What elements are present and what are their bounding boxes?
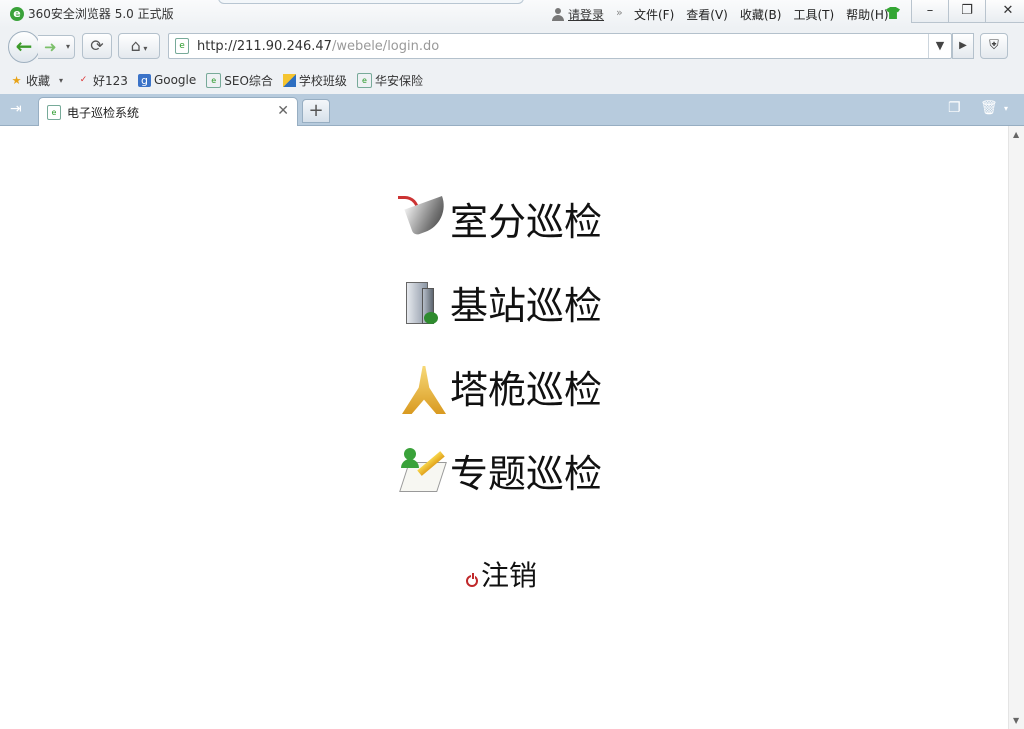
scroll-down-icon[interactable]: ▼ (1013, 716, 1019, 725)
window-controls: – ❐ ✕ (911, 0, 1024, 23)
double-chevron-icon[interactable]: » (616, 6, 623, 19)
bookmarks-bar: ★ 收藏 ▾ ✓ 好123 g Google e SEO综合 学校班级 e 华安… (0, 66, 1024, 94)
tower-icon (398, 364, 448, 414)
security-shield-button[interactable]: ⛨ (980, 33, 1008, 59)
login-area[interactable]: 请登录 (552, 6, 604, 23)
forward-dropdown-icon[interactable]: ▾ (66, 36, 70, 58)
home-button[interactable]: ⌂ ▾ (118, 33, 160, 59)
plus-icon: + (308, 100, 324, 121)
menu-tools[interactable]: 工具(T) (793, 6, 834, 23)
page-icon: e (356, 72, 372, 88)
tab-active[interactable]: e 电子巡检系统 ✕ (38, 97, 298, 126)
bookmark-favorites[interactable]: ★ 收藏 ▾ (10, 72, 63, 89)
google-icon: g (137, 73, 151, 87)
restore-tabs-icon[interactable]: ❐ (948, 100, 961, 116)
power-icon (466, 573, 478, 587)
new-tab-button[interactable]: + (302, 99, 330, 123)
title-notch (218, 0, 524, 4)
menu-help[interactable]: 帮助(H) (846, 6, 888, 23)
favorites-dropdown-icon[interactable]: ▾ (59, 76, 63, 85)
go-button[interactable]: ▶ (952, 33, 974, 59)
bookmark-label: 华安保险 (374, 73, 423, 88)
tab-close-icon[interactable]: ✕ (277, 103, 289, 119)
school-icon (282, 73, 296, 87)
restore-button[interactable]: ❐ (948, 0, 986, 23)
bookmark-label: SEO综合 (224, 73, 273, 88)
title-bar: e 360安全浏览器 5.0 正式版 请登录 » 文件(F) 查看(V) 收藏(… (0, 0, 1024, 28)
entry-indoor-inspection[interactable]: 室分巡检 (398, 196, 602, 244)
address-dropdown-icon[interactable]: ▼ (928, 34, 951, 58)
browser-logo-icon: e (10, 6, 24, 21)
bookmark-label: 学校班级 (298, 73, 347, 88)
bookmark-school[interactable]: 学校班级 (282, 72, 347, 89)
entry-base-station-inspection[interactable]: 基站巡检 (398, 280, 602, 328)
home-dropdown-icon[interactable]: ▾ (141, 44, 147, 53)
forward-button[interactable]: ➜ ▾ (38, 35, 75, 59)
tab-title: 电子巡检系统 (67, 105, 140, 120)
navigation-bar: ← ➜ ▾ ⟳ ⌂ ▾ e http://211.90.246.47/webele… (0, 28, 1024, 66)
minimize-button[interactable]: – (911, 0, 949, 23)
bookmark-google[interactable]: g Google (137, 73, 197, 87)
url-host: http://211.90.246.47 (197, 38, 332, 54)
bookmark-hao123[interactable]: ✓ 好123 (77, 72, 128, 89)
entry-special-inspection[interactable]: 专题巡检 (398, 448, 602, 496)
logout-link[interactable]: 注销 (466, 560, 537, 592)
bookmark-favorites-label: 收藏 (26, 73, 51, 88)
entry-tower-inspection[interactable]: 塔桅巡检 (398, 364, 602, 414)
entry-label[interactable]: 专题巡检 (450, 452, 602, 496)
url-text[interactable]: http://211.90.246.47/webele/login.do (197, 39, 439, 54)
menu-view[interactable]: 查看(V) (686, 6, 728, 23)
tab-strip: ⇥ e 电子巡检系统 ✕ + ❐ 🗑 ▾ (0, 94, 1024, 126)
page-content: 室分巡检 基站巡检 塔桅巡检 专题巡检 注销 (0, 126, 1008, 729)
bookmark-seo[interactable]: e SEO综合 (206, 72, 273, 89)
bookmark-insurance[interactable]: e 华安保险 (356, 72, 423, 89)
trash-icon[interactable]: 🗑 (980, 100, 998, 116)
forward-arrow-icon: ➜ (44, 38, 57, 56)
login-link[interactable]: 请登录 (568, 6, 604, 23)
building-icon (398, 280, 448, 328)
tab-favicon-icon: e (47, 104, 61, 120)
app-title-text: 360安全浏览器 5.0 正式版 (28, 7, 174, 21)
page-icon: e (206, 72, 222, 88)
entry-label[interactable]: 基站巡检 (450, 284, 602, 328)
back-button[interactable]: ← (8, 31, 40, 63)
menu-file[interactable]: 文件(F) (634, 6, 674, 23)
notebook-pencil-icon (398, 448, 448, 496)
home-icon: ⌂ (130, 36, 141, 55)
menu-bar: 文件(F) 查看(V) 收藏(B) 工具(T) 帮助(H) (634, 6, 889, 23)
address-bar[interactable]: e http://211.90.246.47/webele/login.do ▼ (168, 33, 952, 59)
sidebar-toggle-icon[interactable]: ⇥ (10, 101, 22, 117)
star-icon: ★ (11, 73, 22, 87)
app-title: e 360安全浏览器 5.0 正式版 (10, 5, 174, 22)
url-path: /webele/login.do (331, 38, 440, 54)
refresh-icon: ⟳ (90, 36, 104, 55)
logout-label[interactable]: 注销 (481, 560, 537, 592)
hao123-icon: ✓ (79, 74, 88, 85)
menu-favorites[interactable]: 收藏(B) (740, 6, 782, 23)
bookmark-label: 好123 (93, 73, 128, 88)
entry-label[interactable]: 塔桅巡检 (450, 368, 602, 412)
shield-icon: ⛨ (989, 38, 999, 53)
user-icon (552, 8, 564, 21)
scroll-up-icon[interactable]: ▲ (1013, 130, 1019, 139)
page-favicon-icon: e (175, 38, 189, 54)
satellite-dish-icon (398, 196, 452, 244)
bookmark-label: Google (153, 73, 197, 87)
trash-dropdown-icon[interactable]: ▾ (1004, 104, 1008, 113)
vertical-scrollbar[interactable]: ▲ ▼ (1008, 126, 1024, 729)
entry-label[interactable]: 室分巡检 (450, 200, 602, 244)
play-icon: ▶ (959, 40, 967, 51)
close-button[interactable]: ✕ (985, 0, 1024, 23)
back-arrow-icon: ← (15, 34, 33, 58)
refresh-button[interactable]: ⟳ (82, 33, 112, 59)
